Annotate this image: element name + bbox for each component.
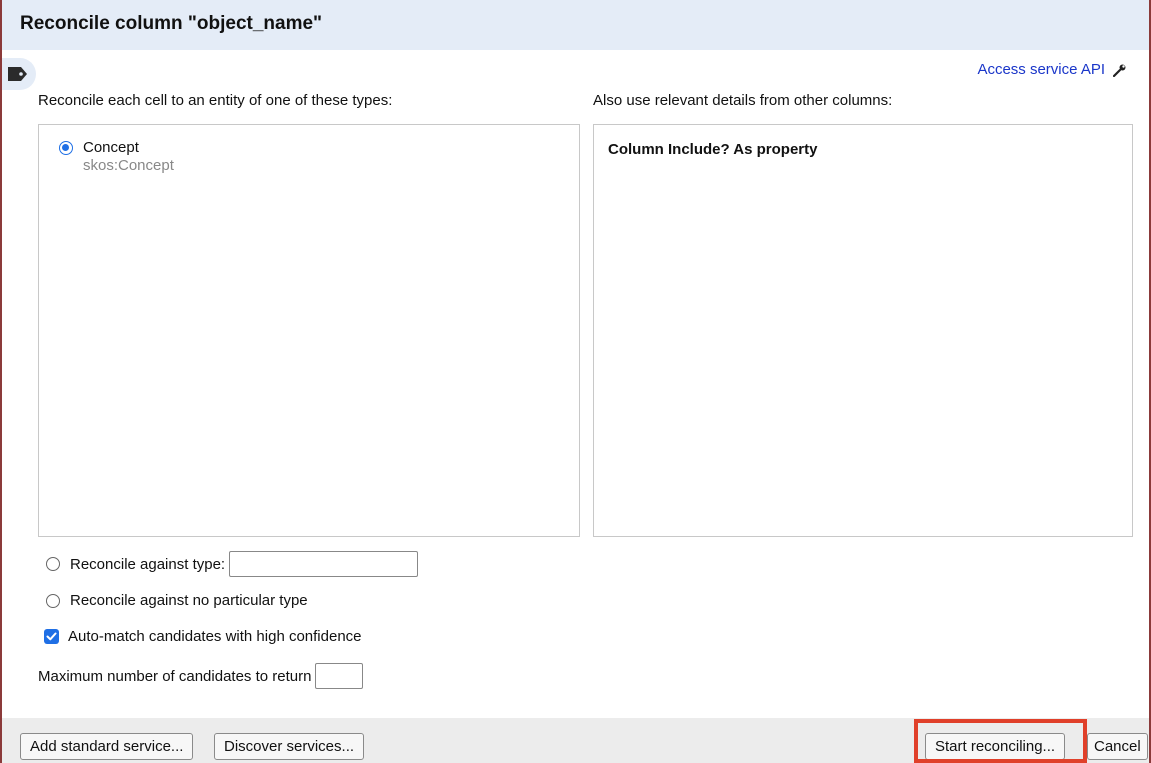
wrench-icon: [1113, 64, 1126, 77]
max-candidates-input[interactable]: [315, 663, 364, 689]
columns-panel: Column Include? As property: [593, 124, 1133, 537]
no-type-label: Reconcile against no particular type: [70, 592, 308, 609]
checkmark-icon: [46, 632, 57, 641]
against-type-radio[interactable]: [46, 557, 60, 571]
max-candidates-row: Maximum number of candidates to return: [38, 663, 364, 689]
dialog-title: Reconcile column "object_name": [20, 13, 323, 34]
discover-services-button[interactable]: Discover services...: [214, 733, 365, 760]
auto-match-row: Auto-match candidates with high confiden…: [44, 628, 362, 645]
type-id: skos:Concept: [83, 157, 174, 174]
auto-match-checkbox[interactable]: [44, 629, 59, 644]
types-section-label: Reconcile each cell to an entity of one …: [38, 92, 393, 109]
type-search-input[interactable]: [229, 551, 419, 577]
against-type-label: Reconcile against type:: [70, 555, 226, 573]
types-panel: Concept skos:Concept: [38, 124, 580, 537]
max-candidates-label: Maximum number of candidates to return: [38, 667, 312, 685]
reconcile-dialog: Reconcile column "object_name" Access se…: [0, 0, 1151, 763]
access-service-api-link[interactable]: Access service API: [977, 61, 1127, 78]
columns-table-header: Column Include? As property: [608, 141, 818, 158]
dialog-titlebar: Reconcile column "object_name": [2, 0, 1149, 50]
tag-icon[interactable]: [2, 58, 36, 90]
start-reconciling-button[interactable]: Start reconciling...: [925, 733, 1066, 760]
cancel-button[interactable]: Cancel: [1087, 733, 1148, 760]
type-option-concept[interactable]: Concept skos:Concept: [59, 139, 174, 175]
reconcile-no-type-row: Reconcile against no particular type: [46, 592, 308, 609]
columns-section-label: Also use relevant details from other col…: [593, 92, 893, 109]
type-radio-concept[interactable]: [59, 141, 73, 155]
add-standard-service-button[interactable]: Add standard service...: [20, 733, 194, 760]
type-name: Concept: [83, 139, 139, 156]
access-service-api-label: Access service API: [977, 61, 1105, 78]
reconcile-against-type-row: Reconcile against type:: [46, 551, 419, 577]
auto-match-label: Auto-match candidates with high confiden…: [68, 628, 362, 645]
no-type-radio[interactable]: [46, 593, 60, 608]
